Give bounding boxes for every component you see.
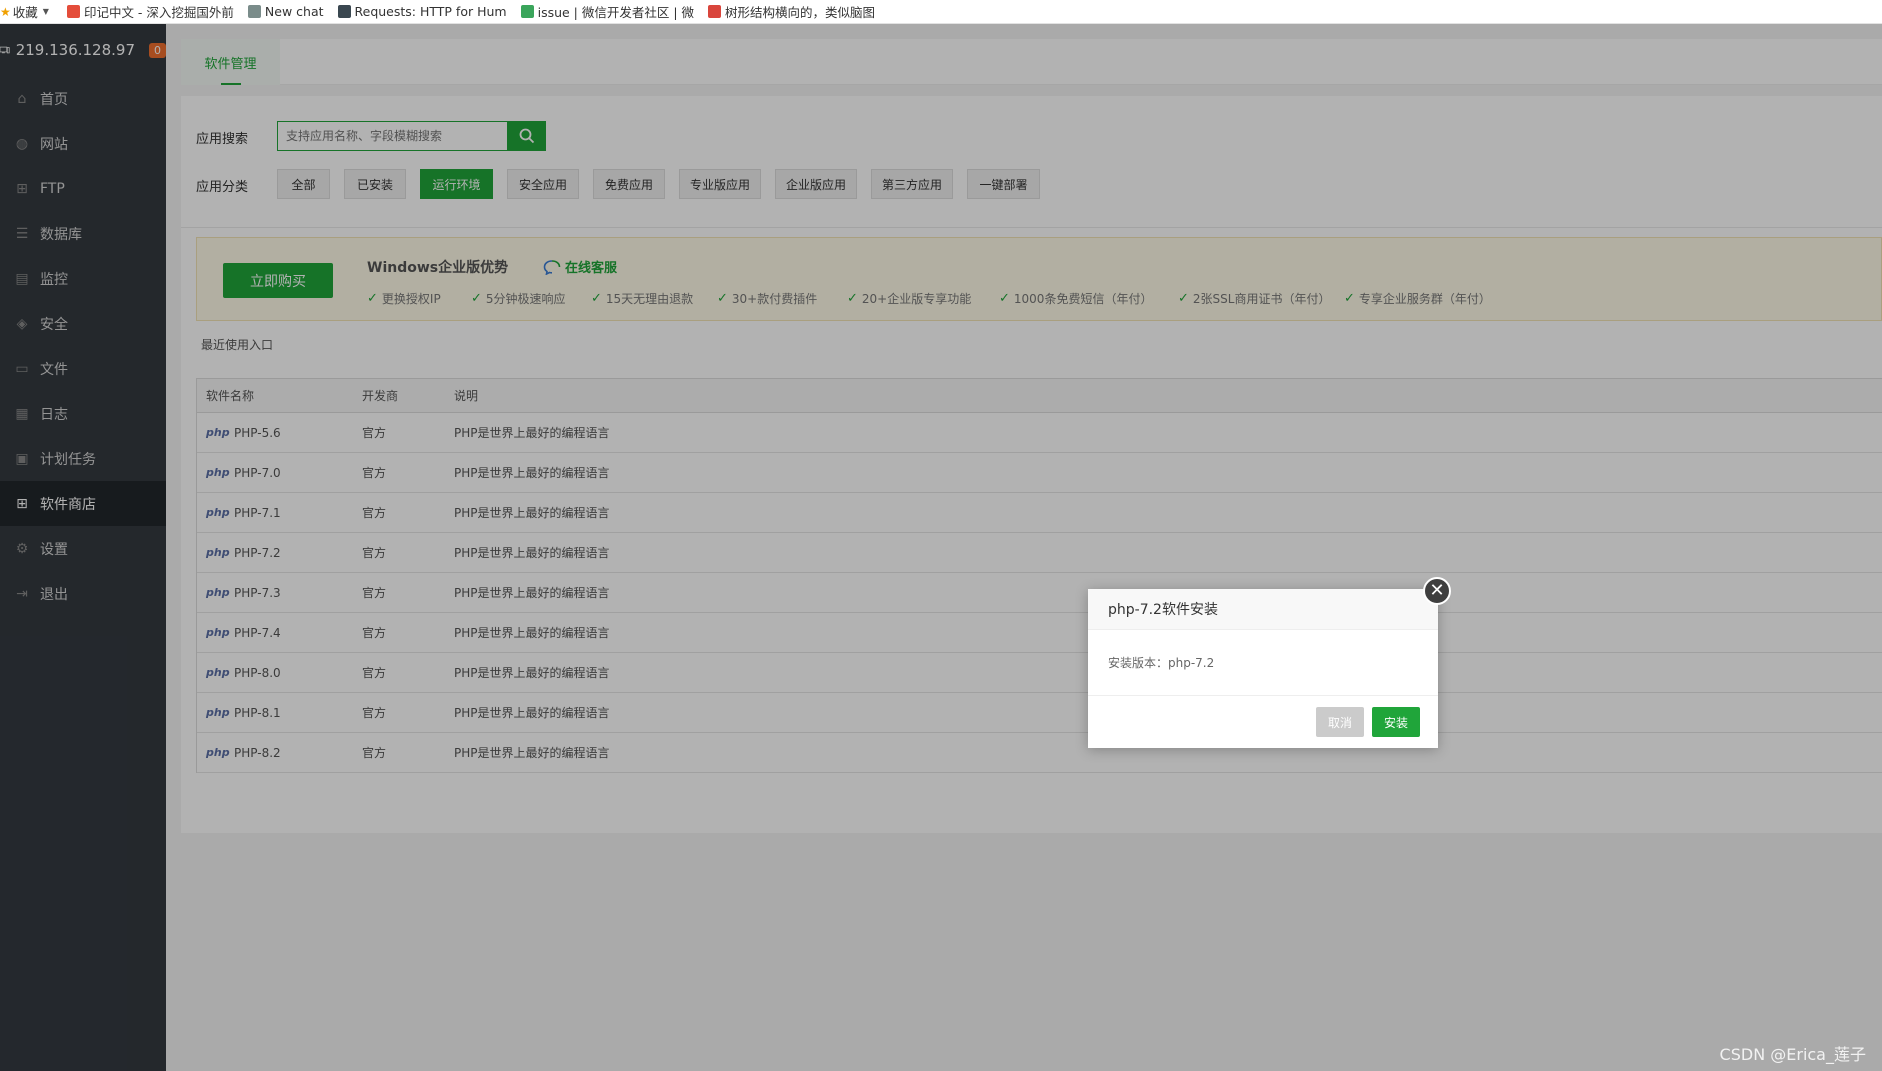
bookmark-favicon-icon <box>247 5 261 18</box>
bookmark-favicon-icon <box>708 5 722 18</box>
bookmark-label: 印记中文 - 深入挖掘国外前 <box>83 5 234 20</box>
bookmark-favicon-icon <box>520 5 534 18</box>
bookmark-item[interactable]: issue | 微信开发者社区 | 微 <box>520 2 695 21</box>
bookmark-label: Requests: HTTP for Hum <box>354 4 507 19</box>
bookmark-favicon-icon <box>66 5 80 18</box>
bookmark-label: New chat <box>264 4 324 19</box>
bookmark-item[interactable]: New chat <box>247 4 324 19</box>
bookmark-item[interactable]: 印记中文 - 深入挖掘国外前 <box>66 2 234 21</box>
bookmark-favicon-icon <box>337 5 351 18</box>
bookmark-item[interactable]: Requests: HTTP for Hum <box>337 4 507 19</box>
install-dialog: php-7.2软件安装 安装版本：php-7.2 取消 安装 <box>1088 589 1438 748</box>
caret-down-icon: ▼ <box>42 7 49 16</box>
install-version-text: 安装版本：php-7.2 <box>1088 630 1438 696</box>
watermark: CSDN @Erica_莲子 <box>1719 1045 1866 1064</box>
cancel-button[interactable]: 取消 <box>1316 707 1364 737</box>
dialog-footer: 取消 安装 <box>1088 696 1438 748</box>
star-icon: ★ <box>0 4 11 19</box>
bookmark-favorites[interactable]: ★ 收藏 ▼ <box>0 2 49 21</box>
install-button[interactable]: 安装 <box>1372 707 1420 737</box>
bookmark-label: issue | 微信开发者社区 | 微 <box>537 5 695 20</box>
bookmark-label: 树形结构横向的，类似脑图 <box>725 5 876 20</box>
close-icon[interactable]: ✕ <box>1423 577 1451 605</box>
dialog-title: php-7.2软件安装 <box>1088 589 1438 630</box>
modal-overlay[interactable] <box>0 24 1882 1071</box>
bookmarks-bar: ★ 收藏 ▼ 印记中文 - 深入挖掘国外前 New chat Requests: H… <box>0 0 1882 24</box>
bookmark-item[interactable]: 树形结构横向的，类似脑图 <box>708 2 875 21</box>
